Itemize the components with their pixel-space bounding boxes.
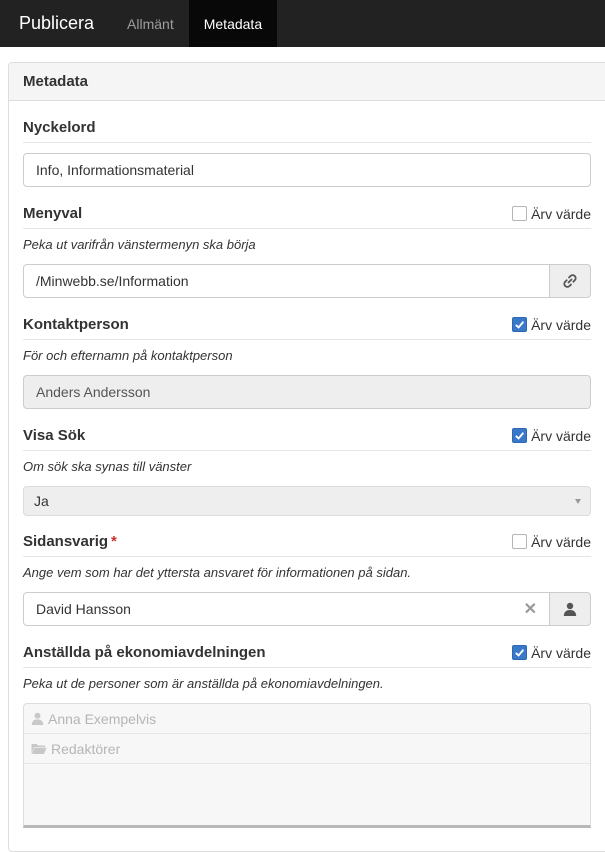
description-sidansvarig: Ange vem som har det yttersta ansvaret f… — [23, 564, 412, 580]
visa-sok-selected-value: Ja — [34, 493, 49, 509]
menyval-input[interactable]: /Minwebb.se/Information — [23, 264, 550, 298]
description-kontaktperson: För och efternamn på kontaktperson — [23, 347, 233, 363]
field-sidansvarig: Sidansvarig * Ärv värde Ange vem som har … — [23, 527, 591, 626]
inherit-label: Ärv värde — [531, 427, 591, 444]
field-anstallda: Anställda på ekonomiavdelningen Ärv värd… — [23, 638, 591, 828]
user-picker-button[interactable] — [550, 592, 591, 626]
tab-metadata[interactable]: Metadata — [188, 0, 278, 47]
inherit-label: Ärv värde — [531, 205, 591, 222]
inherit-toggle-menyval[interactable]: Ärv värde — [512, 206, 591, 222]
tab-allmant[interactable]: Allmänt — [112, 0, 189, 47]
inherit-label: Ärv värde — [531, 316, 591, 333]
field-visa-sok: Visa Sök Ärv värde Om sök ska synas till… — [23, 421, 591, 516]
sidansvarig-value: David Hansson — [36, 601, 131, 617]
user-icon — [563, 602, 577, 616]
description-menyval: Peka ut varifrån vänstermenyn ska börja — [23, 236, 256, 252]
list-item: Redaktörer — [24, 734, 590, 764]
inherit-checkbox-kontaktperson[interactable] — [512, 317, 528, 332]
link-icon — [563, 274, 577, 288]
list-item: Anna Exempelvis — [24, 704, 590, 734]
inherit-checkbox-anstallda[interactable] — [512, 645, 528, 660]
brand-title[interactable]: Publicera — [0, 0, 112, 47]
sidansvarig-input[interactable]: David Hansson ✕ — [23, 592, 550, 626]
list-item-label: Redaktörer — [51, 740, 121, 757]
field-title-menyval: Menyval — [23, 205, 83, 222]
required-marker: * — [111, 533, 117, 550]
field-title-sidansvarig: Sidansvarig — [23, 533, 109, 550]
inherit-toggle-anstallda[interactable]: Ärv värde — [512, 645, 591, 661]
inherit-checkbox-sidansvarig[interactable] — [512, 534, 528, 549]
field-title-anstallda: Anställda på ekonomiavdelningen — [23, 644, 266, 661]
field-menyval: Menyval Ärv värde Peka ut varifrån vänst… — [23, 199, 591, 298]
inherit-toggle-visa-sok[interactable]: Ärv värde — [512, 428, 591, 444]
check-icon — [515, 321, 525, 329]
user-icon — [31, 712, 44, 725]
inherit-toggle-kontaktperson[interactable]: Ärv värde — [512, 317, 591, 333]
inherit-toggle-sidansvarig[interactable]: Ärv värde — [512, 534, 591, 550]
field-title-nyckelord: Nyckelord — [23, 119, 96, 136]
field-nyckelord: Nyckelord Info, Informationsmaterial — [23, 113, 591, 187]
field-title-visa-sok: Visa Sök — [23, 427, 86, 444]
list-item-label: Anna Exempelvis — [48, 710, 157, 727]
inherit-label: Ärv värde — [531, 644, 591, 661]
visa-sok-select[interactable]: Ja — [23, 486, 591, 516]
check-icon — [515, 649, 525, 657]
inherit-label: Ärv värde — [531, 533, 591, 550]
check-icon — [515, 432, 525, 440]
top-navbar: Publicera Allmänt Metadata — [0, 0, 605, 47]
field-title-kontaktperson: Kontaktperson — [23, 316, 129, 333]
description-anstallda: Peka ut de personer som är anställda på … — [23, 675, 384, 691]
clear-icon[interactable]: ✕ — [524, 599, 537, 619]
kontaktperson-input: Anders Andersson — [23, 375, 591, 409]
menyval-input-group: /Minwebb.se/Information — [23, 264, 591, 298]
anstallda-listbox: Anna Exempelvis Redaktörer — [23, 703, 591, 828]
nyckelord-input[interactable]: Info, Informationsmaterial — [23, 153, 591, 187]
panel-title: Metadata — [9, 63, 605, 101]
description-visa-sok: Om sök ska synas till vänster — [23, 458, 192, 474]
chevron-down-icon — [575, 499, 581, 504]
link-button[interactable] — [550, 264, 591, 298]
inherit-checkbox-visa-sok[interactable] — [512, 428, 528, 443]
inherit-checkbox-menyval[interactable] — [512, 206, 528, 221]
folder-icon — [31, 744, 47, 754]
field-kontaktperson: Kontaktperson Ärv värde För och efternam… — [23, 310, 591, 409]
sidansvarig-input-group: David Hansson ✕ — [23, 592, 591, 626]
